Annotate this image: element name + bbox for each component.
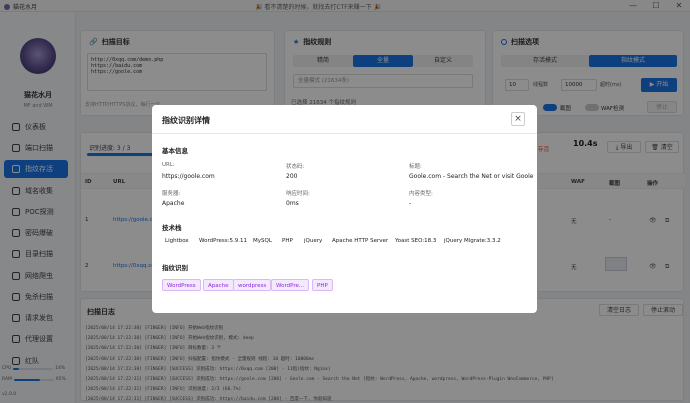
fingerprint-tag: wordpress bbox=[233, 279, 272, 291]
status-label: 状态码: bbox=[286, 164, 305, 170]
tech-item: jQuery bbox=[304, 238, 323, 244]
page-title-label: 标题: bbox=[409, 164, 422, 170]
tech-item: Yoast SEO:18.3 bbox=[395, 238, 437, 244]
fingerprint-detail-modal: 指纹识别详情 × 基本信息 URL: https://goole.com 状态码… bbox=[152, 105, 537, 313]
url-label: URL: bbox=[162, 162, 175, 168]
fingerprint-title: 指纹识别 bbox=[162, 264, 188, 272]
server-value: Apache bbox=[162, 200, 185, 207]
response-time-label: 响应时间: bbox=[286, 191, 310, 197]
tech-item: Lightbox bbox=[165, 238, 189, 244]
tech-item: Apache HTTP Server bbox=[332, 238, 389, 244]
content-type-label: 内容类型: bbox=[409, 191, 433, 197]
modal-title: 指纹识别详情 bbox=[162, 116, 210, 125]
modal-close-icon[interactable]: × bbox=[511, 112, 525, 126]
divider bbox=[152, 133, 537, 134]
fingerprint-tag: Apache bbox=[203, 279, 234, 291]
response-time-value: 0ms bbox=[286, 200, 299, 207]
content-type-value: - bbox=[409, 200, 412, 207]
fingerprint-tag: WordPress bbox=[162, 279, 201, 291]
url-value: https://goole.com bbox=[162, 173, 215, 180]
tech-item: jQuery Migrate:3.3.2 bbox=[444, 238, 501, 244]
fingerprint-tag: PHP bbox=[312, 279, 333, 291]
server-label: 服务器: bbox=[162, 191, 181, 197]
basic-info-title: 基本信息 bbox=[162, 147, 188, 155]
page-title-value: Goole.com - Search the Net or visit Gool… bbox=[409, 173, 534, 180]
tech-item: MySQL bbox=[253, 238, 272, 244]
status-value: 200 bbox=[286, 173, 298, 180]
tech-item: PHP bbox=[282, 238, 293, 244]
fingerprint-tag: WordPre... bbox=[271, 279, 310, 291]
tech-stack-title: 技术栈 bbox=[162, 224, 182, 232]
tech-item: WordPress:5.9.11 bbox=[199, 238, 247, 244]
